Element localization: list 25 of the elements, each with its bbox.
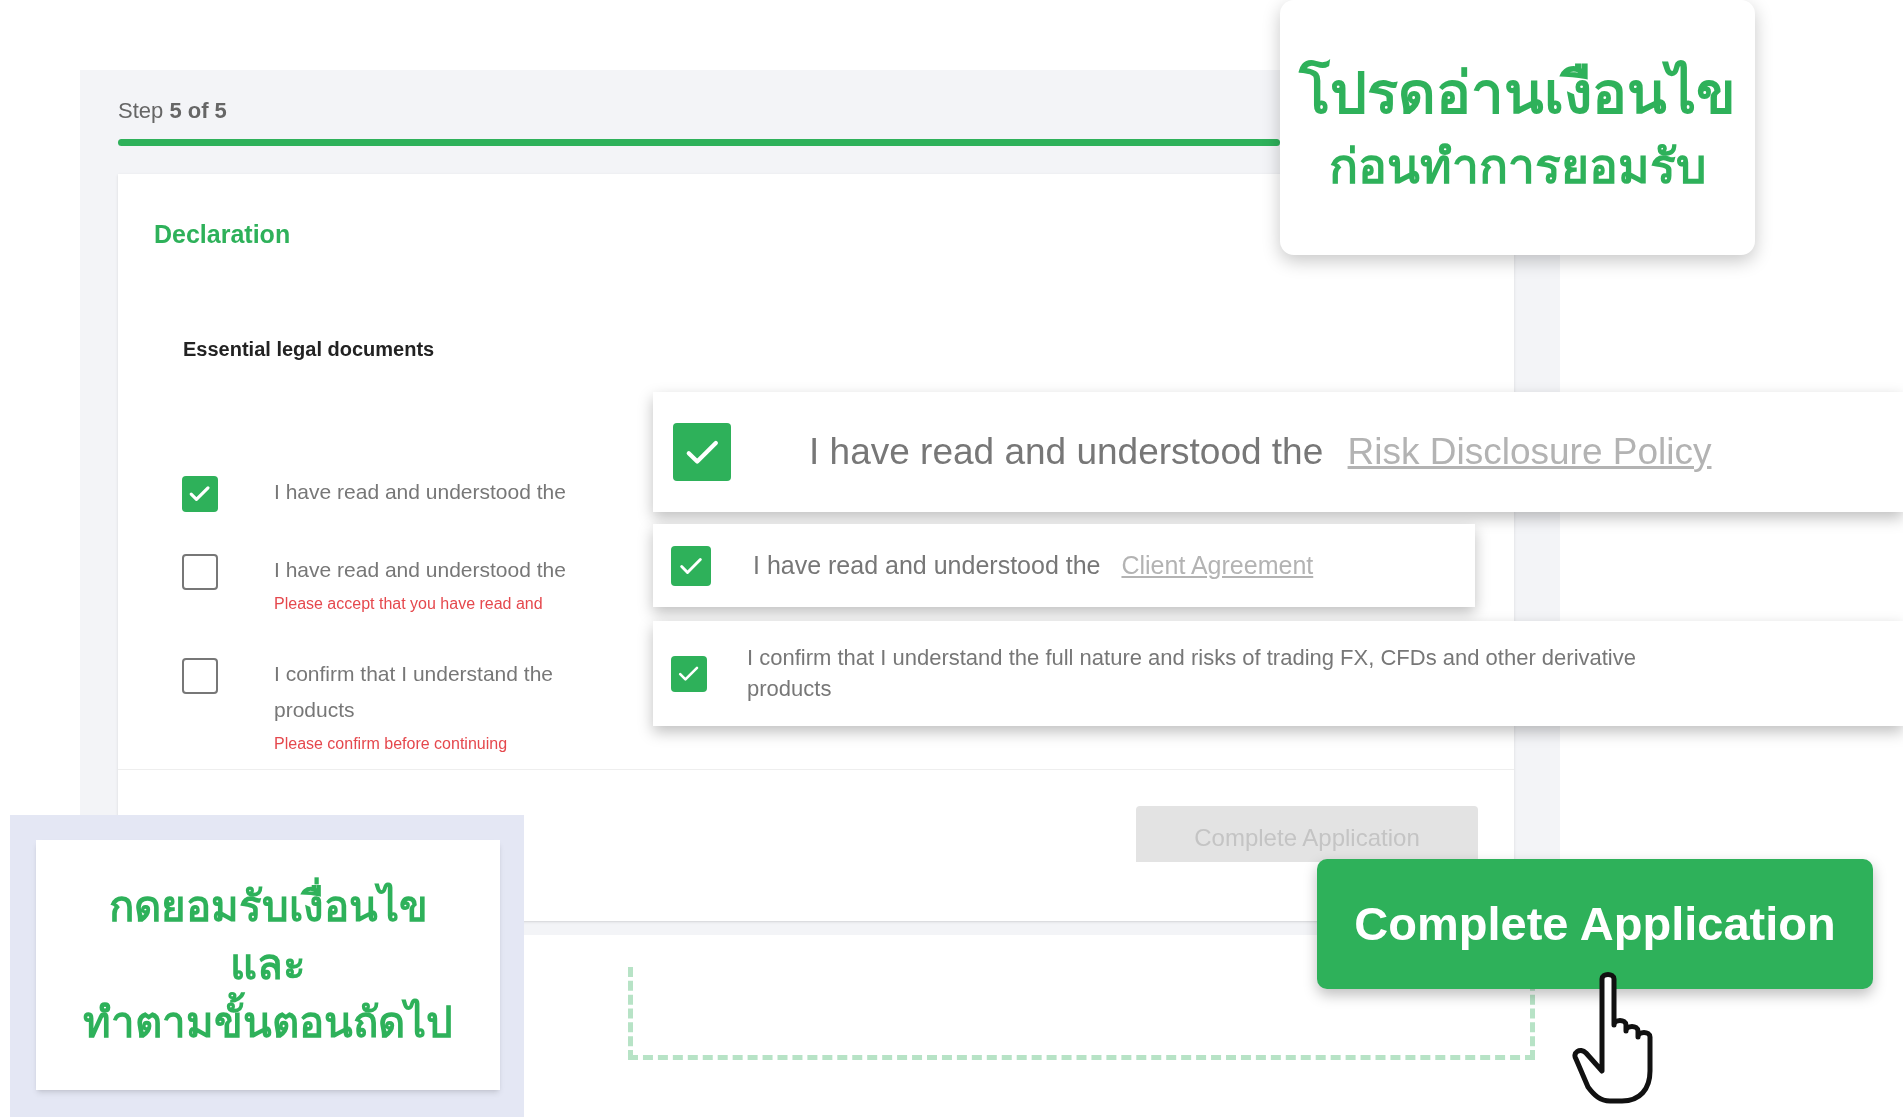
callout-text: โปรดอ่านเงือนไข [1299,58,1736,127]
checkbox[interactable] [671,545,711,586]
complete-application-button[interactable]: Complete Application [1317,859,1873,989]
callout-text: และ [230,940,306,990]
section-title: Declaration [154,219,292,250]
checkbox[interactable] [182,475,218,512]
group-title: Essential legal documents [183,336,436,362]
callout-text: ทำตามขั้นตอนถัดไป [83,994,453,1052]
agreement-text: I have read and understood the [274,556,566,583]
checkbox[interactable] [671,655,707,692]
agreement-text: I have read and understood the [274,478,566,505]
callout-text: กดยอมรับเงื่อนไข [108,878,428,936]
error-message: Please accept that you have read and [274,593,544,614]
step-indicator: Step 5 of 5 [118,97,228,125]
agreement-text: I confirm that I understand the products [274,660,553,723]
agreement-text: I have read and understood the Client Agreement [753,550,1314,582]
agreement-text: I confirm that I understand the full nature and risks of trading FX, CFDs and other derivative products [747,644,1637,703]
checkbox[interactable] [673,423,731,481]
document-link[interactable]: Client Agreement [1121,551,1314,580]
callout-text: ก่อนทำการยอมรับ [1329,138,1706,195]
document-link[interactable]: Risk Disclosure Policy [1347,430,1712,472]
checkbox[interactable] [182,553,218,590]
error-message: Please confirm before continuing [274,733,509,754]
agreement-text: I have read and understood the Risk Disclosure Policy [809,429,1712,474]
checkbox[interactable] [182,657,218,694]
